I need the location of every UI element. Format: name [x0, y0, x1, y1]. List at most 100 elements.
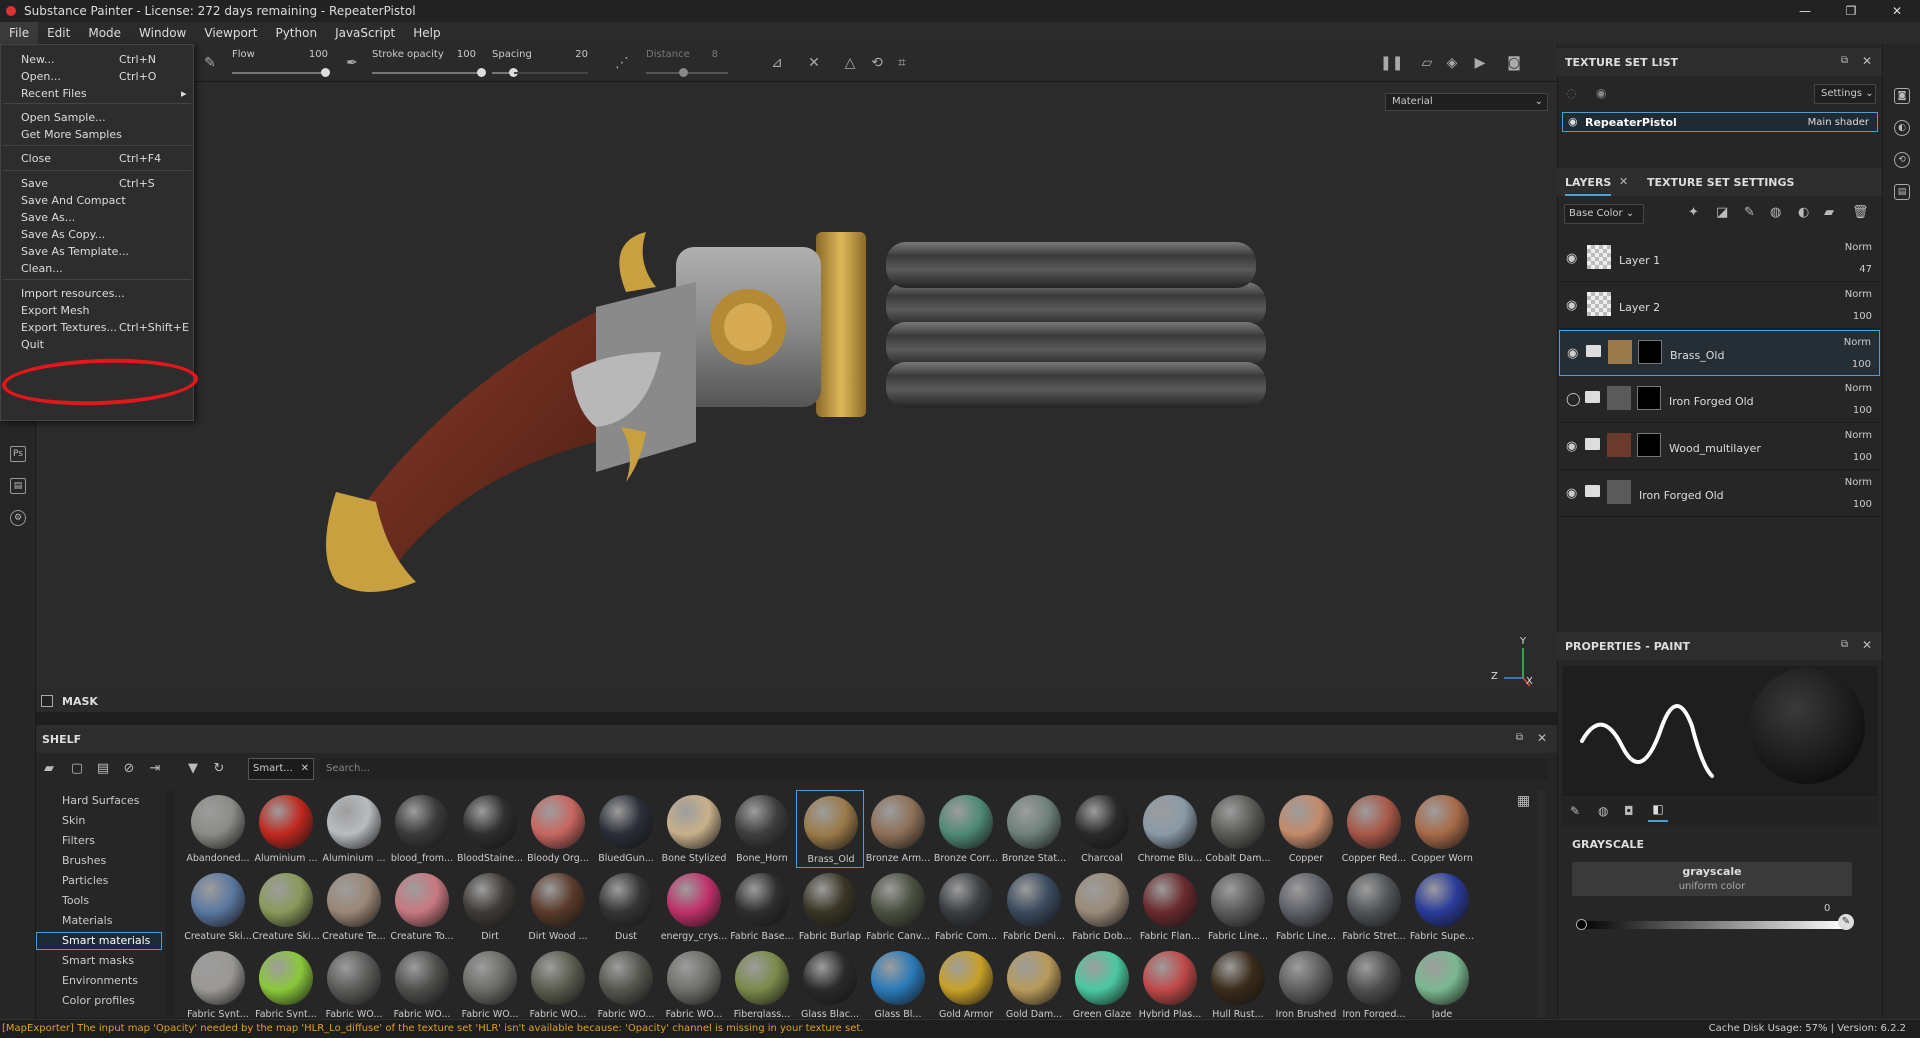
brush-icon[interactable]: ✎: [200, 53, 220, 73]
stroke-opacity-slider[interactable]: [372, 68, 486, 77]
close-icon[interactable]: ✕: [1862, 638, 1872, 652]
symmetry-options-icon[interactable]: ⟲: [867, 53, 887, 73]
filter-icon[interactable]: ▼: [184, 760, 202, 778]
file-menu-item[interactable]: Save As...: [21, 211, 75, 224]
distance-slider[interactable]: [646, 68, 728, 77]
menu-edit[interactable]: Edit: [38, 22, 79, 44]
environment-icon[interactable]: ◐: [1894, 120, 1910, 136]
material-tile[interactable]: Fabric Supe...: [1408, 868, 1476, 946]
material-tile[interactable]: Fabric WO...: [388, 946, 456, 1018]
file-menu-item[interactable]: Open...: [21, 70, 61, 83]
layer-row[interactable]: ◉ Iron Forged Old Norm 100: [1559, 471, 1880, 517]
viewport-material-select[interactable]: Material ⌄: [1385, 93, 1548, 111]
flow-value[interactable]: 100: [298, 49, 328, 60]
mask-checkbox[interactable]: [41, 695, 53, 707]
photoshop-icon[interactable]: Ps: [10, 446, 26, 462]
layer-opacity[interactable]: 100: [1852, 359, 1871, 370]
spacing-value[interactable]: 20: [558, 49, 588, 60]
spacing-slider[interactable]: [492, 68, 518, 77]
menu-mode[interactable]: Mode: [79, 22, 130, 44]
crop-icon[interactable]: ⌗: [892, 53, 912, 73]
add-mask-icon[interactable]: ◪: [1716, 205, 1728, 220]
material-tile[interactable]: Gold Dam...: [1000, 946, 1068, 1018]
material-tile[interactable]: Fiberglass...: [728, 946, 796, 1018]
settings-icon[interactable]: ⚙: [10, 510, 26, 526]
tab-layers[interactable]: LAYERS: [1565, 176, 1612, 196]
layer-row[interactable]: ◉ Brass_Old Norm 100: [1559, 330, 1880, 376]
material-tile[interactable]: BloodStaine...: [456, 790, 524, 868]
file-menu-item[interactable]: Open Sample...: [21, 111, 106, 124]
material-tile[interactable]: Fabric Line...: [1204, 868, 1272, 946]
eye-icon[interactable]: ◉: [1596, 86, 1606, 100]
material-tile[interactable]: Hull Rust...: [1204, 946, 1272, 1018]
file-menu-item[interactable]: Close: [21, 152, 51, 165]
material-tile[interactable]: Jade: [1408, 946, 1476, 1018]
file-menu-item[interactable]: Export Mesh: [21, 304, 89, 317]
material-tile[interactable]: Fabric Synt...: [184, 946, 252, 1018]
material-tile[interactable]: Iron Brushed: [1272, 946, 1340, 1018]
eye-icon[interactable]: ◉: [1566, 251, 1577, 266]
backface-icon[interactable]: ✕: [804, 53, 824, 73]
material-tile[interactable]: Creature To...: [388, 868, 456, 946]
layer-opacity[interactable]: 47: [1859, 264, 1872, 275]
file-menu-item[interactable]: Import resources...: [21, 287, 125, 300]
eye-icon[interactable]: ◉: [1566, 298, 1577, 313]
material-tile[interactable]: Copper Worn: [1408, 790, 1476, 868]
texture-set-row[interactable]: ◉ RepeaterPistol Main shader: [1562, 112, 1878, 132]
material-tile[interactable]: Fabric Burlap: [796, 868, 864, 946]
tab-texture-set-settings[interactable]: TEXTURE SET SETTINGS: [1647, 176, 1794, 189]
category-item[interactable]: Smart masks: [62, 954, 134, 967]
eye-icon[interactable]: ◉: [1566, 439, 1577, 454]
material-tile[interactable]: Creature Ski...: [184, 868, 252, 946]
layer-mask-thumbnail[interactable]: [1637, 433, 1661, 457]
symmetry-icon[interactable]: △: [840, 53, 860, 73]
layer-row[interactable]: ◉ Layer 2 Norm 100: [1559, 283, 1880, 329]
new-resource-icon[interactable]: ▢: [68, 760, 86, 778]
material-tile[interactable]: blood_from...: [388, 790, 456, 868]
category-item[interactable]: Skin: [62, 814, 85, 827]
file-menu-item[interactable]: New...: [21, 53, 54, 66]
material-tile[interactable]: Brass_Old: [796, 790, 864, 868]
archive-icon[interactable]: ▤: [94, 760, 112, 778]
file-menu-item[interactable]: Save As Template...: [21, 245, 129, 258]
material-tile[interactable]: Cobalt Dam...: [1204, 790, 1272, 868]
material-tile[interactable]: Bone Stylized: [660, 790, 728, 868]
material-tile[interactable]: Bronze Corr...: [932, 790, 1000, 868]
remove-filter-icon[interactable]: ✕: [301, 759, 309, 779]
camera-view-icon[interactable]: ▱: [1417, 53, 1437, 73]
lazy-mouse-icon[interactable]: ⋰: [612, 53, 632, 73]
material-tile[interactable]: BluedGun...: [592, 790, 660, 868]
flow-slider[interactable]: [232, 68, 330, 77]
material-tile[interactable]: Fabric WO...: [320, 946, 388, 1018]
layer-row[interactable]: ◉ Layer 1 Norm 47: [1559, 236, 1880, 282]
stroke-opacity-value[interactable]: 100: [446, 49, 476, 60]
distance-value[interactable]: 8: [688, 49, 718, 60]
eye-hidden-icon[interactable]: ◯: [1566, 392, 1581, 407]
undock-icon[interactable]: ⧉: [1841, 55, 1848, 66]
view-cube-icon[interactable]: ◈: [1442, 53, 1462, 73]
material-tile[interactable]: Bronze Arm...: [864, 790, 932, 868]
hide-icon[interactable]: ⊘: [120, 760, 138, 778]
refresh-icon[interactable]: ↻: [210, 760, 228, 778]
folder-icon[interactable]: ▰: [40, 760, 58, 778]
category-item[interactable]: Materials: [62, 914, 112, 927]
layer-opacity[interactable]: 100: [1853, 452, 1872, 463]
material-tile[interactable]: Fabric Com...: [932, 868, 1000, 946]
3d-viewport[interactable]: [36, 82, 1557, 710]
material-tile[interactable]: Bronze Stat...: [1000, 790, 1068, 868]
material-tile[interactable]: Fabric Synt...: [252, 946, 320, 1018]
material-tile[interactable]: Copper Red...: [1340, 790, 1408, 868]
file-menu-item[interactable]: Export Textures...: [21, 321, 117, 334]
file-menu-item[interactable]: Get More Samples: [21, 128, 122, 141]
close-icon[interactable]: ✕: [1537, 731, 1547, 745]
material-tile[interactable]: Abandoned...: [184, 790, 252, 868]
video-camera-icon[interactable]: ▶: [1470, 53, 1490, 73]
blend-mode-select[interactable]: Norm: [1845, 477, 1872, 488]
shelf-scrollbar[interactable]: [1537, 790, 1545, 1018]
menu-help[interactable]: Help: [404, 22, 449, 44]
material-tile[interactable]: Glass Blac...: [796, 946, 864, 1018]
material-tile[interactable]: Iron Forged...: [1340, 946, 1408, 1018]
material-tile[interactable]: Fabric Flan...: [1136, 868, 1204, 946]
material-tile[interactable]: Dirt Wood ...: [524, 868, 592, 946]
file-menu-item[interactable]: Quit: [21, 338, 44, 351]
